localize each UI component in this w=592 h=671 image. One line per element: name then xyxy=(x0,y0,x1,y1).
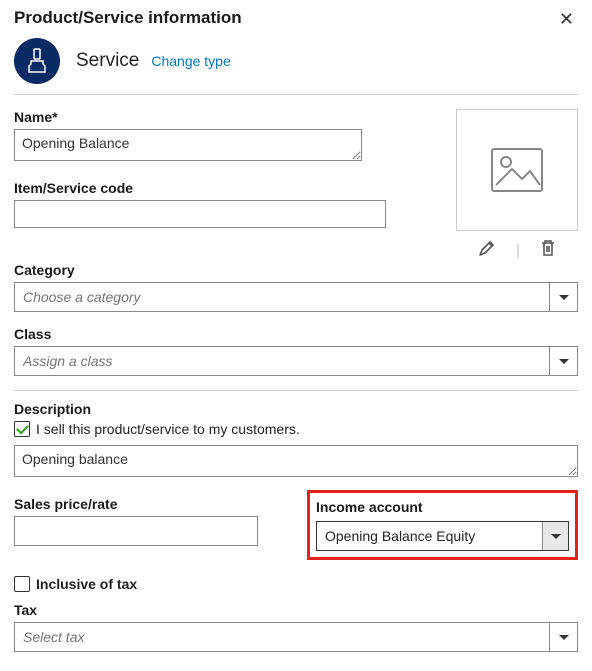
service-icon xyxy=(14,38,60,84)
image-action-divider: | xyxy=(516,242,520,260)
sell-checkbox[interactable] xyxy=(14,421,30,437)
tax-label: Tax xyxy=(14,602,578,618)
category-label: Category xyxy=(14,262,578,278)
tax-dropdown[interactable] xyxy=(14,622,578,652)
name-label: Name* xyxy=(14,109,440,125)
chevron-down-icon[interactable] xyxy=(549,347,577,375)
type-row: Service Change type xyxy=(14,34,578,95)
income-account-label: Income account xyxy=(316,499,569,515)
inclusive-tax-label: Inclusive of tax xyxy=(36,576,137,592)
income-account-input[interactable] xyxy=(317,522,542,550)
class-label: Class xyxy=(14,326,578,342)
change-type-link[interactable]: Change type xyxy=(151,53,230,69)
code-label: Item/Service code xyxy=(14,180,440,196)
close-icon[interactable]: ✕ xyxy=(555,8,578,30)
chevron-down-icon[interactable] xyxy=(549,283,577,311)
category-dropdown[interactable] xyxy=(14,282,578,312)
tax-input[interactable] xyxy=(15,623,549,651)
price-input[interactable] xyxy=(14,516,258,546)
description-input[interactable]: Opening balance xyxy=(14,445,578,477)
income-account-highlight: Income account xyxy=(307,490,578,560)
code-input[interactable] xyxy=(14,200,386,228)
description-label: Description xyxy=(14,401,578,417)
dialog-title: Product/Service information xyxy=(14,8,242,28)
inclusive-tax-checkbox[interactable] xyxy=(14,576,30,592)
price-label: Sales price/rate xyxy=(14,496,285,512)
chevron-down-icon[interactable] xyxy=(549,623,577,651)
sell-checkbox-label: I sell this product/service to my custom… xyxy=(36,421,300,437)
class-input[interactable] xyxy=(15,347,549,375)
category-input[interactable] xyxy=(15,283,549,311)
income-account-dropdown[interactable] xyxy=(316,521,569,551)
divider xyxy=(14,390,578,391)
image-placeholder[interactable] xyxy=(456,109,578,231)
edit-image-icon[interactable] xyxy=(478,239,496,262)
class-dropdown[interactable] xyxy=(14,346,578,376)
type-label: Service xyxy=(76,50,139,72)
chevron-down-icon[interactable] xyxy=(542,522,568,550)
name-input[interactable]: Opening Balance xyxy=(14,129,362,161)
delete-image-icon[interactable] xyxy=(540,239,556,262)
